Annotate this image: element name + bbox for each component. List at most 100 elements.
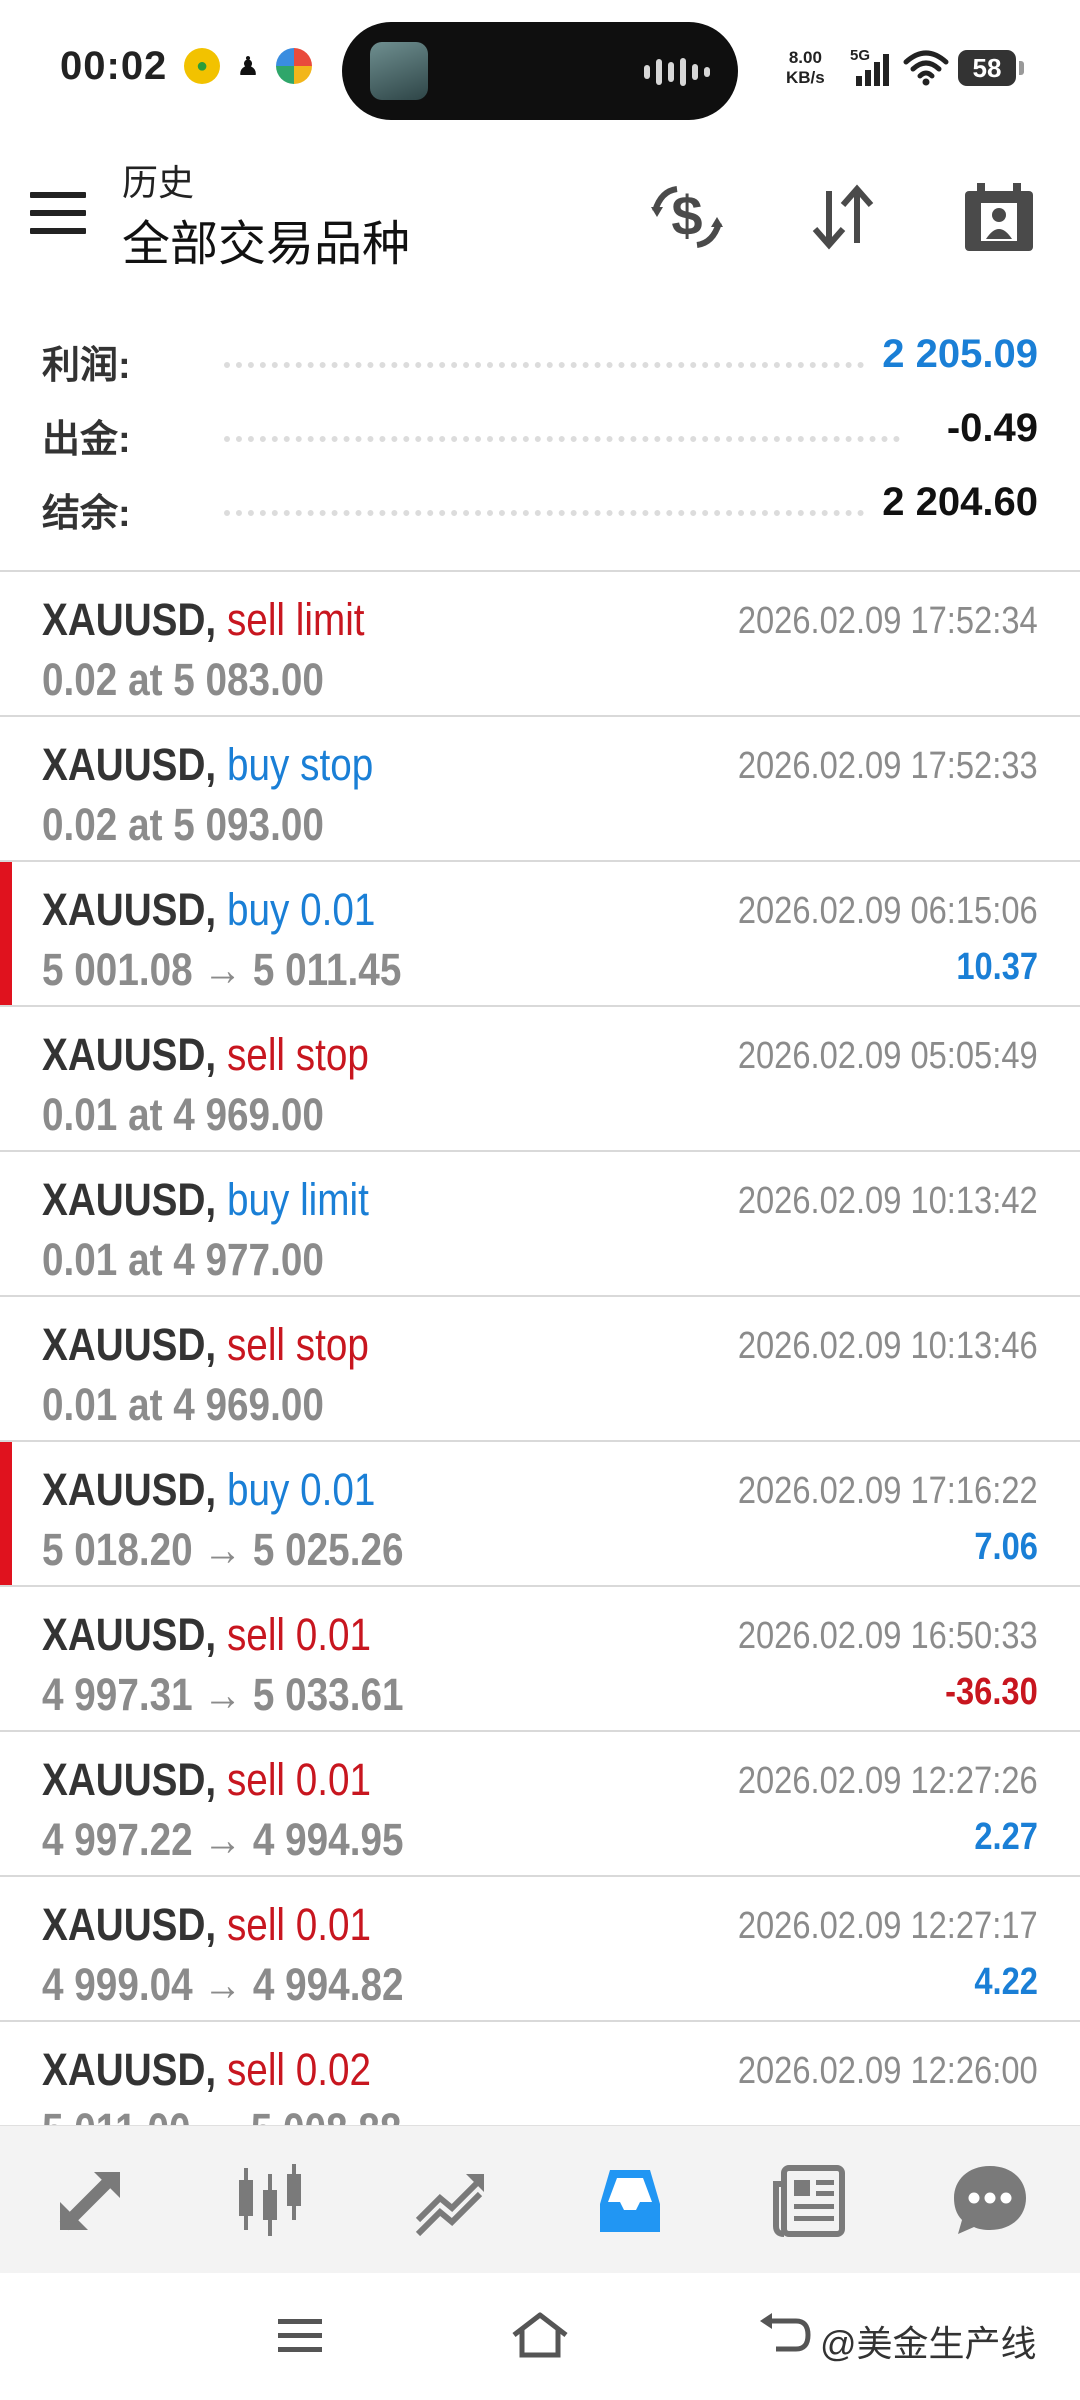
symbol: XAUUSD,	[42, 1609, 217, 1660]
order-action: sell stop	[226, 1029, 369, 1080]
system-navigation-bar: @美金生产线	[0, 2273, 1080, 2400]
history-row[interactable]: XAUUSD, buy 0.01 5 018.20 → 5 025.26 202…	[0, 1442, 1080, 1587]
symbol: XAUUSD,	[42, 1899, 217, 1950]
order-profit: 4.22	[974, 1961, 1038, 2003]
nav-chart[interactable]	[180, 2126, 360, 2274]
history-row[interactable]: XAUUSD, sell stop 0.01 at 4 969.00 2026.…	[0, 1297, 1080, 1442]
order-detail: 5 011.00 → 5 008.88	[42, 2104, 401, 2127]
chat-icon	[954, 2166, 1026, 2234]
dynamic-island[interactable]	[342, 22, 738, 120]
history-list[interactable]: XAUUSD, sell limit 0.02 at 5 083.00 2026…	[0, 570, 1080, 2127]
symbol: XAUUSD,	[42, 884, 217, 935]
nav-news[interactable]	[720, 2126, 900, 2274]
back-icon[interactable]	[756, 2309, 814, 2366]
app-colorful-icon	[276, 48, 312, 84]
page-title: 历史	[122, 162, 195, 203]
status-time: 00:02	[60, 44, 168, 88]
symbol: XAUUSD,	[42, 739, 217, 790]
order-profit: 7.06	[974, 1526, 1038, 1568]
watermark-text: @美金生产线	[820, 2323, 1037, 2364]
order-detail: 0.02 at 5 083.00	[42, 654, 324, 705]
battery-icon: 58	[958, 50, 1024, 86]
history-row[interactable]: XAUUSD, sell stop 0.01 at 4 969.00 2026.…	[0, 1007, 1080, 1152]
history-row[interactable]: XAUUSD, sell 0.01 4 997.31 → 5 033.61 20…	[0, 1587, 1080, 1732]
audio-wave-icon	[644, 58, 710, 86]
order-time: 2026.02.09 17:16:22	[738, 1470, 1038, 1512]
nav-quotes[interactable]	[0, 2126, 180, 2274]
closed-position-marker	[0, 1442, 12, 1585]
symbol: XAUUSD,	[42, 1754, 217, 1805]
bottom-navigation	[0, 2125, 1080, 2274]
history-row[interactable]: XAUUSD, sell 0.01 4 997.22 → 4 994.95 20…	[0, 1732, 1080, 1877]
summary-row-profit: 利润: 2 205.09	[0, 322, 1080, 396]
order-detail: 0.02 at 5 093.00	[42, 799, 324, 850]
row-title: XAUUSD, buy 0.01	[42, 1464, 375, 1516]
order-time: 2026.02.09 17:52:34	[738, 600, 1038, 642]
chart-icon	[239, 2164, 301, 2236]
app-notification-icon: ●	[184, 48, 220, 84]
dotted-leader	[224, 362, 900, 368]
order-detail: 0.01 at 4 969.00	[42, 1379, 324, 1430]
menu-icon[interactable]	[30, 192, 90, 238]
history-row[interactable]: XAUUSD, buy stop 0.02 at 5 093.00 2026.0…	[0, 717, 1080, 862]
history-icon	[600, 2170, 660, 2232]
order-action: sell stop	[226, 1319, 369, 1370]
summary-row-balance: 结余: 2 204.60	[0, 470, 1080, 544]
order-action: buy 0.01	[226, 884, 376, 935]
order-time: 2026.02.09 12:27:17	[738, 1905, 1038, 1947]
symbol-filter[interactable]: 全部交易品种	[122, 204, 410, 274]
sort-icon[interactable]	[798, 172, 888, 262]
history-row[interactable]: XAUUSD, buy limit 0.01 at 4 977.00 2026.…	[0, 1152, 1080, 1297]
dotted-leader	[224, 436, 900, 442]
svg-text:$: $	[671, 184, 702, 247]
symbol: XAUUSD,	[42, 1464, 217, 1515]
account-summary: 利润: 2 205.09 出金: -0.49 结余: 2 204.60	[0, 322, 1080, 544]
history-row[interactable]: XAUUSD, sell limit 0.02 at 5 083.00 2026…	[0, 572, 1080, 717]
recent-apps-icon[interactable]	[274, 2309, 326, 2366]
home-icon[interactable]	[508, 2309, 572, 2366]
symbol: XAUUSD,	[42, 2044, 217, 2095]
nav-history[interactable]	[540, 2126, 720, 2274]
order-time: 2026.02.09 12:26:00	[738, 2050, 1038, 2092]
trade-icon	[415, 2174, 484, 2237]
order-profit: 10.37	[956, 946, 1038, 988]
order-profit: 2.27	[974, 1816, 1038, 1858]
row-title: XAUUSD, buy 0.01	[42, 884, 375, 936]
row-title: XAUUSD, sell 0.02	[42, 2044, 371, 2096]
qq-penguin-icon: ♟	[230, 48, 266, 84]
order-time: 2026.02.09 05:05:49	[738, 1035, 1038, 1077]
order-time: 2026.02.09 10:13:46	[738, 1325, 1038, 1367]
net-speed-unit: KB/s	[786, 68, 825, 87]
quotes-icon	[59, 2172, 120, 2231]
order-profit: -36.30	[945, 1671, 1038, 1713]
order-time: 2026.02.09 16:50:33	[738, 1615, 1038, 1657]
order-time: 2026.02.09 12:27:26	[738, 1760, 1038, 1802]
currency-exchange-icon[interactable]: $	[642, 172, 732, 262]
history-row[interactable]: XAUUSD, sell 0.02 5 011.00 → 5 008.88 20…	[0, 2022, 1080, 2127]
nav-trade[interactable]	[360, 2126, 540, 2274]
calendar-range-icon[interactable]	[954, 172, 1044, 262]
history-row[interactable]: XAUUSD, sell 0.01 4 999.04 → 4 994.82 20…	[0, 1877, 1080, 2022]
app-header: 历史 全部交易品种 $	[0, 140, 1080, 300]
history-row[interactable]: XAUUSD, buy 0.01 5 001.08 → 5 011.45 202…	[0, 862, 1080, 1007]
summary-label: 出金:	[42, 419, 131, 461]
row-title: XAUUSD, buy limit	[42, 1174, 369, 1226]
summary-value: 2 205.09	[868, 332, 1038, 377]
wifi-icon	[902, 50, 950, 91]
order-action: buy limit	[226, 1174, 369, 1225]
order-action: buy 0.01	[226, 1464, 376, 1515]
order-detail: 0.01 at 4 969.00	[42, 1089, 324, 1140]
order-detail: 5 001.08 → 5 011.45	[42, 944, 402, 995]
status-app-icons: ● ♟	[184, 48, 312, 84]
row-title: XAUUSD, sell limit	[42, 594, 365, 646]
cell-signal-icon: 5G	[850, 46, 896, 93]
news-icon	[773, 2165, 845, 2237]
status-bar: 00:02 ● ♟ 8.00 KB/s 5G 58	[0, 0, 1080, 140]
row-title: XAUUSD, sell 0.01	[42, 1609, 371, 1661]
closed-position-marker	[0, 862, 12, 1005]
net-speed-value: 8.00	[788, 48, 822, 67]
order-action: sell 0.02	[226, 2044, 372, 2095]
nav-chat[interactable]	[900, 2126, 1080, 2274]
order-action: sell 0.01	[226, 1754, 372, 1805]
order-detail: 0.01 at 4 977.00	[42, 1234, 324, 1285]
